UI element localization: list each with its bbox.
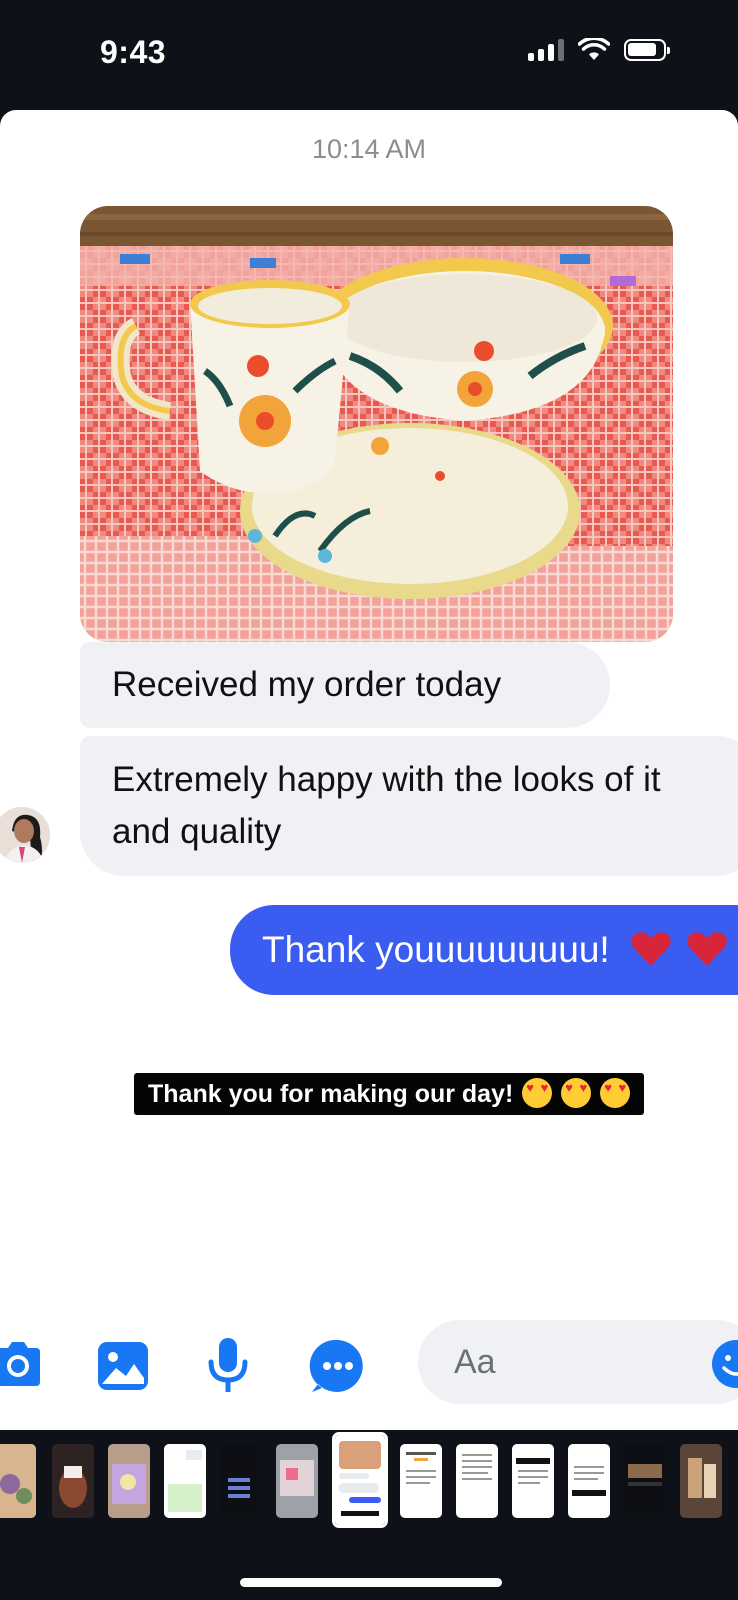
more-options-icon[interactable] — [308, 1336, 368, 1396]
thumbnail-preview-image — [0, 1444, 36, 1518]
thumbnail-preview-image — [512, 1444, 554, 1518]
thumbnail[interactable] — [568, 1444, 610, 1518]
heart-eyes-emoji-icon — [600, 1078, 631, 1108]
message-timestamp: 10:14 AM — [311, 134, 427, 164]
thumbnail-preview-image — [568, 1444, 610, 1518]
incoming-message[interactable]: Extremely happy with the looks of it and… — [80, 736, 738, 876]
thumbnail[interactable] — [400, 1444, 442, 1518]
heart-eyes-emoji-icon — [561, 1078, 592, 1108]
thumbnail[interactable] — [164, 1444, 206, 1518]
message-input[interactable] — [418, 1320, 738, 1404]
thumbnail-preview-image — [456, 1444, 498, 1518]
sender-avatar[interactable] — [0, 807, 50, 863]
incoming-message[interactable]: Received my order today — [80, 642, 610, 728]
status-time: 9:43 — [100, 34, 167, 70]
thumbnail-preview-image — [335, 1435, 385, 1525]
thumbnail[interactable] — [456, 1444, 498, 1518]
emoji-icon[interactable] — [710, 1338, 738, 1390]
battery-icon — [624, 39, 670, 61]
gallery-icon[interactable] — [96, 1340, 150, 1392]
thumbnail-preview-image — [108, 1444, 150, 1518]
thumbnail-preview-image — [220, 1444, 262, 1518]
red-heart-emoji-icon — [631, 932, 671, 966]
thumbnail-preview-image — [400, 1444, 442, 1518]
thumbnail[interactable] — [108, 1444, 150, 1518]
outgoing-message-text: Thank youuuuuuuuu! — [262, 929, 610, 970]
microphone-icon[interactable] — [204, 1336, 252, 1396]
thumbnail-preview-image — [624, 1444, 666, 1518]
message-composer — [0, 1312, 738, 1430]
thumbnail[interactable] — [0, 1444, 36, 1518]
thumbnail-preview-image — [164, 1444, 206, 1518]
thumbnail[interactable] — [52, 1444, 94, 1518]
cellular-signal-icon — [528, 39, 564, 61]
sticker-caption: Thank you for making our day! — [148, 1080, 514, 1108]
home-indicator[interactable] — [240, 1578, 502, 1587]
thumbnail-preview-image — [52, 1444, 94, 1518]
thumbnail-preview-image — [276, 1444, 318, 1518]
thumbnail-selected[interactable] — [332, 1432, 388, 1528]
red-heart-emoji-icon — [687, 932, 728, 966]
shared-photo[interactable] — [80, 206, 673, 642]
status-bar: 9:43 — [0, 0, 738, 110]
thumbnail-preview-image — [680, 1444, 722, 1518]
heart-eyes-emoji-icon — [522, 1078, 553, 1108]
thumbnail[interactable] — [680, 1444, 722, 1518]
thumbnail[interactable] — [220, 1444, 262, 1518]
wifi-icon — [578, 38, 610, 60]
product-photo-illustration — [80, 206, 673, 642]
screenshot-thumbnail-tray[interactable] — [0, 1430, 738, 1600]
thumbnail[interactable] — [276, 1444, 318, 1518]
text-sticker[interactable]: Thank you for making our day! — [134, 1073, 645, 1115]
outgoing-message[interactable]: Thank youuuuuuuuu! — [230, 905, 738, 995]
thumbnail[interactable] — [512, 1444, 554, 1518]
thumbnail[interactable] — [624, 1444, 666, 1518]
camera-icon[interactable] — [0, 1340, 44, 1388]
message-thread[interactable]: 10:14 AM Received my order today Extreme… — [0, 110, 738, 1430]
person-avatar-image — [0, 807, 50, 863]
status-icons — [528, 38, 670, 62]
